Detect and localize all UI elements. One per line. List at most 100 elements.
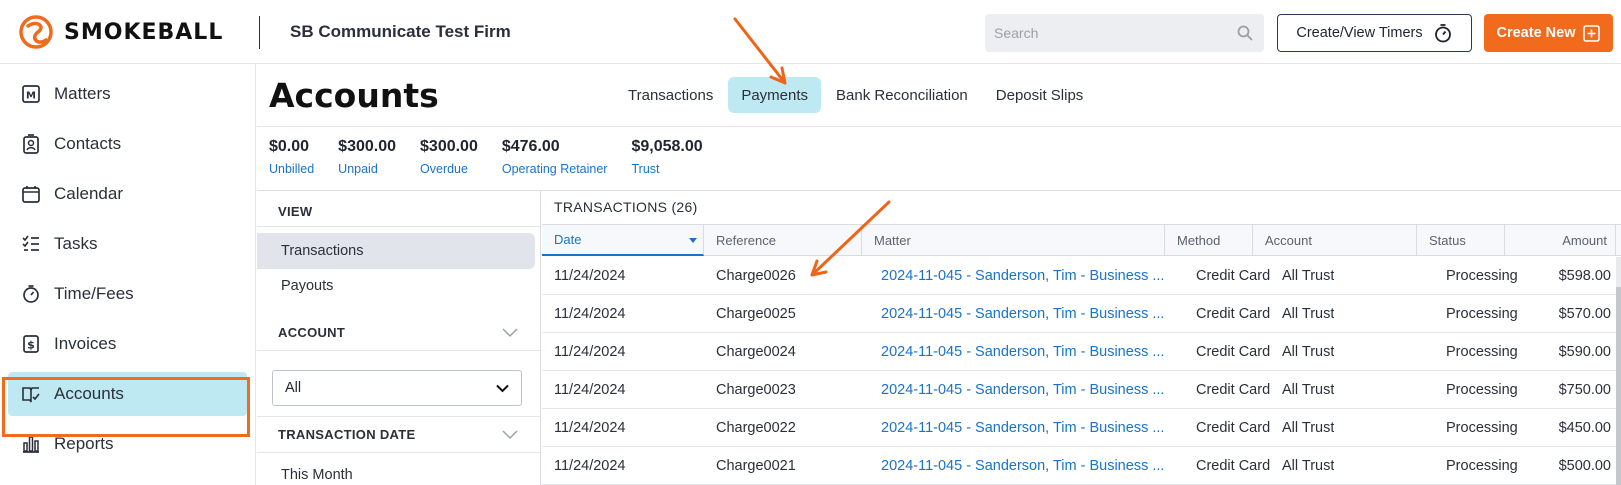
tab-payments[interactable]: Payments <box>728 77 822 113</box>
tab-bank-reconciliation[interactable]: Bank Reconciliation <box>823 77 981 113</box>
summary-overdue[interactable]: $300.00 Overdue <box>420 138 478 176</box>
bar-chart-icon <box>23 436 39 453</box>
summary-label[interactable]: Unpaid <box>338 162 396 176</box>
column-header-status[interactable]: Status <box>1417 225 1505 256</box>
cell-date: 11/24/2024 <box>554 343 626 360</box>
cell-date: 11/24/2024 <box>554 419 626 436</box>
summary-unpaid[interactable]: $300.00 Unpaid <box>338 138 396 176</box>
summary-unbilled[interactable]: $0.00 Unbilled <box>269 138 314 176</box>
cell-date: 11/24/2024 <box>554 267 626 284</box>
cell-reference: Charge0021 <box>716 457 796 474</box>
scrollbar-thumb[interactable] <box>1616 287 1621 485</box>
account-heading[interactable]: ACCOUNT <box>278 325 345 340</box>
table-row[interactable]: 11/24/2024 Charge0023 2024-11-045 - Sander… <box>542 371 1621 409</box>
summary-label[interactable]: Overdue <box>420 162 478 176</box>
table-row[interactable]: 11/24/2024 Charge0024 2024-11-045 - Sander… <box>542 333 1621 371</box>
sidebar-item-label: Time/Fees <box>54 284 134 303</box>
stopwatch-icon <box>23 285 39 303</box>
cell-method: Credit Card <box>1196 305 1271 322</box>
transaction-date-heading[interactable]: TRANSACTION DATE <box>278 427 415 442</box>
cell-method: Credit Card <box>1196 419 1271 436</box>
cell-method: Credit Card <box>1196 457 1271 474</box>
cell-account: All Trust <box>1282 305 1335 322</box>
cell-account: All Trust <box>1282 343 1335 360</box>
chevron-down-icon <box>496 384 509 393</box>
table-title: TRANSACTIONS (26) <box>554 199 698 215</box>
divider <box>257 350 540 351</box>
sidebar-item-contacts[interactable]: Contacts <box>8 122 247 166</box>
cell-matter[interactable]: 2024-11-045 - Sanderson, Tim - Business … <box>881 333 1171 370</box>
table-row[interactable]: 11/24/2024 Charge0022 2024-11-045 - Sander… <box>542 409 1621 447</box>
summary-operating-retainer[interactable]: $476.00 Operating Retainer <box>502 138 608 176</box>
search-icon[interactable] <box>1237 25 1253 41</box>
cell-date: 11/24/2024 <box>554 457 626 474</box>
firm-name: SB Communicate Test Firm <box>290 22 511 41</box>
summary-value: $300.00 <box>420 138 478 155</box>
summary-label[interactable]: Unbilled <box>269 162 314 176</box>
create-new-label: Create New <box>1496 25 1576 41</box>
create-view-timers-button[interactable]: Create/View Timers <box>1277 14 1472 52</box>
cell-method: Credit Card <box>1196 267 1271 284</box>
cell-status: Processing <box>1446 419 1518 436</box>
summary-label[interactable]: Trust <box>631 162 702 176</box>
summary-label[interactable]: Operating Retainer <box>502 162 608 176</box>
column-label: Date <box>554 232 582 247</box>
sidebar-item-matters[interactable]: M Matters <box>8 72 247 116</box>
sidebar-item-label: Contacts <box>54 134 122 153</box>
cell-date: 11/24/2024 <box>554 305 626 322</box>
table-row[interactable]: 11/24/2024 Charge0021 2024-11-045 - Sander… <box>542 447 1621 485</box>
tab-deposit-slips[interactable]: Deposit Slips <box>983 77 1097 113</box>
cell-matter[interactable]: 2024-11-045 - Sanderson, Tim - Business … <box>881 257 1171 294</box>
search-box[interactable] <box>985 14 1264 52</box>
sidebar-item-label: Tasks <box>54 234 98 253</box>
cell-status: Processing <box>1446 267 1518 284</box>
column-header-account[interactable]: Account <box>1253 225 1417 256</box>
page-title: Accounts <box>269 76 439 115</box>
column-header-method[interactable]: Method <box>1165 225 1253 256</box>
chevron-down-icon[interactable] <box>502 430 518 440</box>
cell-matter[interactable]: 2024-11-045 - Sanderson, Tim - Business … <box>881 409 1171 446</box>
view-item-payouts[interactable]: Payouts <box>257 268 535 304</box>
svg-text:M: M <box>26 91 36 102</box>
tab-transactions[interactable]: Transactions <box>615 77 726 113</box>
divider <box>257 226 540 227</box>
table-row[interactable]: 11/24/2024 Charge0025 2024-11-045 - Sander… <box>542 295 1621 333</box>
column-header-amount[interactable]: Amount <box>1505 225 1616 256</box>
sidebar-item-calendar[interactable]: Calendar <box>8 172 247 216</box>
cell-amount: $590.00 <box>1558 343 1611 360</box>
sidebar-item-invoices[interactable]: $ Invoices <box>8 322 247 366</box>
account-tabs: Transactions Payments Bank Reconciliatio… <box>615 77 1098 113</box>
account-select-value: All <box>285 380 302 396</box>
invoice-icon: $ <box>23 335 39 353</box>
cell-status: Processing <box>1446 381 1518 398</box>
cell-matter[interactable]: 2024-11-045 - Sanderson, Tim - Business … <box>881 295 1171 332</box>
column-header-matter[interactable]: Matter <box>862 225 1165 256</box>
summary-trust[interactable]: $9,058.00 Trust <box>631 138 702 176</box>
chevron-down-icon[interactable] <box>502 328 518 338</box>
tasks-icon <box>22 235 39 251</box>
view-item-transactions[interactable]: Transactions <box>257 233 535 269</box>
table-header: Date Reference Matter Method Account Sta… <box>542 224 1621 256</box>
sidebar-item-tasks[interactable]: Tasks <box>8 222 247 266</box>
cell-status: Processing <box>1446 457 1518 474</box>
cell-matter[interactable]: 2024-11-045 - Sanderson, Tim - Business … <box>881 371 1171 408</box>
cell-account: All Trust <box>1282 267 1335 284</box>
column-header-date[interactable]: Date <box>542 225 704 256</box>
sidebar-item-time-fees[interactable]: Time/Fees <box>8 272 247 316</box>
summary-value: $9,058.00 <box>631 138 703 155</box>
sidebar-item-label: Calendar <box>54 184 123 203</box>
summary-value: $0.00 <box>269 138 310 155</box>
smokeball-logo[interactable]: SMOKEBALL <box>18 14 223 50</box>
search-input[interactable] <box>985 14 1215 52</box>
date-option-this-month[interactable]: This Month <box>257 457 535 485</box>
matters-icon: M <box>22 85 40 103</box>
header-divider <box>259 16 260 49</box>
account-select[interactable]: All <box>272 370 522 406</box>
contacts-icon <box>23 134 39 154</box>
table-row[interactable]: 11/24/2024 Charge0026 2024-11-045 - Sander… <box>542 257 1621 295</box>
create-new-button[interactable]: Create New <box>1484 14 1613 52</box>
cell-matter[interactable]: 2024-11-045 - Sanderson, Tim - Business … <box>881 447 1171 484</box>
column-header-reference[interactable]: Reference <box>704 225 862 256</box>
cell-amount: $570.00 <box>1558 305 1611 322</box>
cell-reference: Charge0022 <box>716 419 796 436</box>
